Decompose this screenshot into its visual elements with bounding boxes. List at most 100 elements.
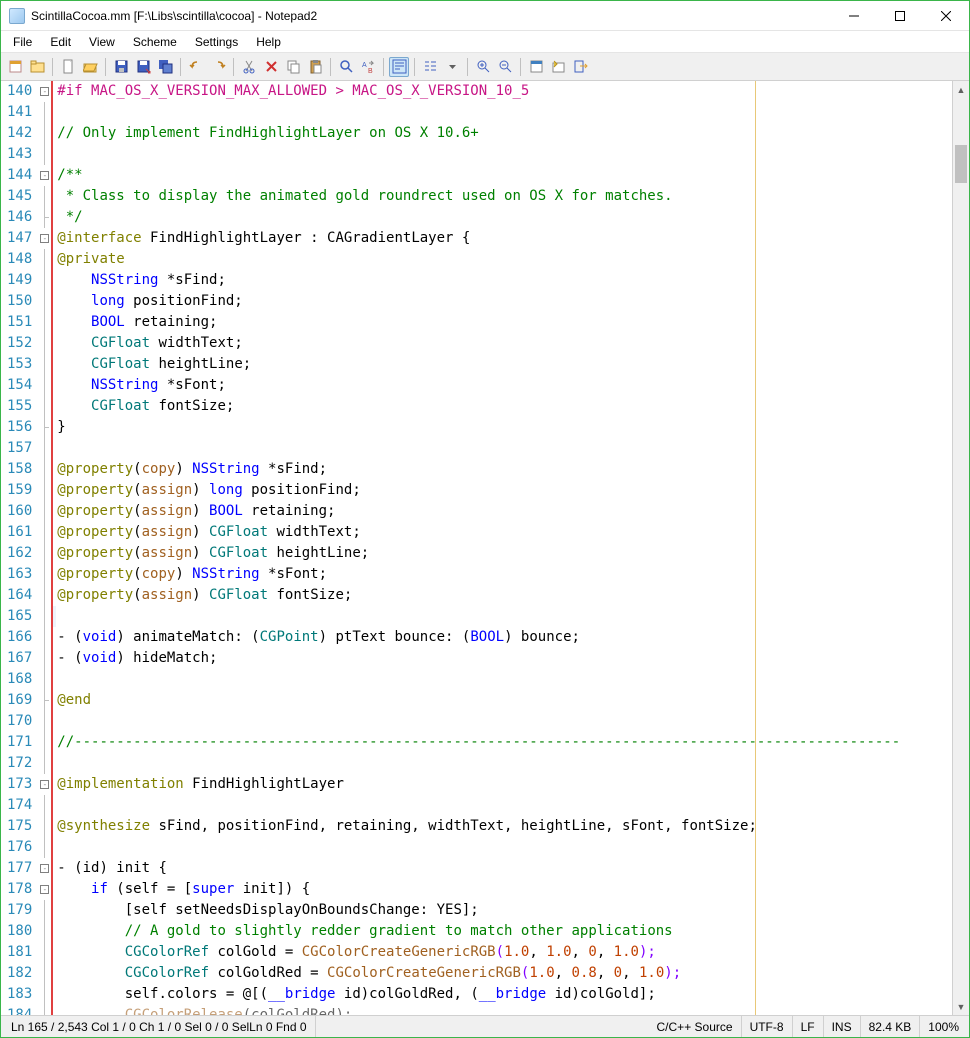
customize-button[interactable] <box>548 57 568 77</box>
code-line: @property(assign) CGFloat widthText; <box>53 522 952 543</box>
status-language[interactable]: C/C++ Source <box>649 1016 742 1037</box>
code-area[interactable]: #if MAC_OS_X_VERSION_MAX_ALLOWED > MAC_O… <box>51 81 952 1015</box>
browse-button[interactable] <box>27 57 47 77</box>
code-line <box>53 837 952 858</box>
code-line: * Class to display the animated gold rou… <box>53 186 952 207</box>
exit-button[interactable] <box>570 57 590 77</box>
menu-file[interactable]: File <box>5 33 40 51</box>
toolbar-sep <box>383 58 384 76</box>
dropdown-button[interactable] <box>442 57 462 77</box>
code-line <box>53 144 952 165</box>
menu-view[interactable]: View <box>81 33 123 51</box>
menu-settings[interactable]: Settings <box>187 33 246 51</box>
menu-scheme[interactable]: Scheme <box>125 33 185 51</box>
find-button[interactable] <box>336 57 356 77</box>
code-line: @interface FindHighlightLayer : CAGradie… <box>53 228 952 249</box>
code-line <box>53 102 952 123</box>
status-zoom[interactable]: 100% <box>920 1016 967 1037</box>
statusbar: Ln 165 / 2,543 Col 1 / 0 Ch 1 / 0 Sel 0 … <box>1 1015 969 1037</box>
scheme-button[interactable] <box>526 57 546 77</box>
toolbar: AB <box>1 53 969 81</box>
app-icon <box>9 8 25 24</box>
copy-button[interactable] <box>283 57 303 77</box>
line-number-gutter: 1401411421431441451461471481491501511521… <box>1 81 38 1015</box>
code-line <box>53 606 952 627</box>
code-line <box>53 438 952 459</box>
code-line <box>53 669 952 690</box>
close-button[interactable] <box>923 1 969 30</box>
code-line <box>53 711 952 732</box>
toolbar-sep <box>330 58 331 76</box>
code-line: CGFloat widthText; <box>53 333 952 354</box>
code-line: //--------------------------------------… <box>53 732 952 753</box>
save-copy-button[interactable] <box>155 57 175 77</box>
code-line: NSString *sFind; <box>53 270 952 291</box>
toolbar-sep <box>467 58 468 76</box>
paste-button[interactable] <box>305 57 325 77</box>
status-encoding[interactable]: UTF-8 <box>742 1016 793 1037</box>
code-line: @property(copy) NSString *sFont; <box>53 564 952 585</box>
code-line: CGColorRef colGold = CGColorCreateGeneri… <box>53 942 952 963</box>
delete-button[interactable] <box>261 57 281 77</box>
menu-help[interactable]: Help <box>248 33 289 51</box>
code-line: [self setNeedsDisplayOnBoundsChange: YES… <box>53 900 952 921</box>
code-line: */ <box>53 207 952 228</box>
code-line: @synthesize sFind, positionFind, retaini… <box>53 816 952 837</box>
code-line: @property(assign) BOOL retaining; <box>53 501 952 522</box>
menu-edit[interactable]: Edit <box>42 33 79 51</box>
code-line: // Only implement FindHighlightLayer on … <box>53 123 952 144</box>
status-ovr[interactable]: INS <box>824 1016 861 1037</box>
zoom-out-button[interactable] <box>495 57 515 77</box>
cut-button[interactable] <box>239 57 259 77</box>
new-window-button[interactable] <box>5 57 25 77</box>
long-line-edge <box>755 81 756 1015</box>
toolbar-sep <box>105 58 106 76</box>
undo-button[interactable] <box>186 57 206 77</box>
svg-text:B: B <box>368 68 373 74</box>
code-line: CGColorRef colGoldRed = CGColorCreateGen… <box>53 963 952 984</box>
zoom-in-button[interactable] <box>473 57 493 77</box>
replace-button[interactable]: AB <box>358 57 378 77</box>
code-line: // A gold to slightly redder gradient to… <box>53 921 952 942</box>
menubar: File Edit View Scheme Settings Help <box>1 31 969 53</box>
code-line: if (self = [super init]) { <box>53 879 952 900</box>
code-line: - (void) hideMatch; <box>53 648 952 669</box>
window-title: ScintillaCocoa.mm [F:\Libs\scintilla\coc… <box>31 9 831 23</box>
code-line: @property(assign) long positionFind; <box>53 480 952 501</box>
code-line: BOOL retaining; <box>53 312 952 333</box>
code-line: #if MAC_OS_X_VERSION_MAX_ALLOWED > MAC_O… <box>53 81 952 102</box>
new-file-button[interactable] <box>58 57 78 77</box>
fold-column[interactable]: ------ <box>38 81 51 1015</box>
line-number-button[interactable] <box>420 57 440 77</box>
save-button[interactable] <box>111 57 131 77</box>
redo-button[interactable] <box>208 57 228 77</box>
status-eol[interactable]: LF <box>793 1016 824 1037</box>
open-file-button[interactable] <box>80 57 100 77</box>
scroll-up-button[interactable]: ▲ <box>953 81 969 98</box>
code-line: @property(assign) CGFloat heightLine; <box>53 543 952 564</box>
vertical-scrollbar[interactable]: ▲ ▼ <box>952 81 969 1015</box>
code-line: @end <box>53 690 952 711</box>
code-line: @property(copy) NSString *sFind; <box>53 459 952 480</box>
code-line: NSString *sFont; <box>53 375 952 396</box>
window-controls <box>831 1 969 30</box>
status-position[interactable]: Ln 165 / 2,543 Col 1 / 0 Ch 1 / 0 Sel 0 … <box>3 1016 316 1037</box>
editor[interactable]: 1401411421431441451461471481491501511521… <box>1 81 969 1015</box>
maximize-button[interactable] <box>877 1 923 30</box>
toolbar-sep <box>233 58 234 76</box>
toolbar-sep <box>52 58 53 76</box>
scroll-thumb[interactable] <box>955 145 967 183</box>
code-line: /** <box>53 165 952 186</box>
code-line: } <box>53 417 952 438</box>
code-line: long positionFind; <box>53 291 952 312</box>
status-size: 82.4 KB <box>861 1016 921 1037</box>
code-line: CGColorRelease(colGoldRed); <box>53 1005 952 1015</box>
word-wrap-button[interactable] <box>389 57 409 77</box>
code-line: CGFloat fontSize; <box>53 396 952 417</box>
minimize-button[interactable] <box>831 1 877 30</box>
toolbar-sep <box>414 58 415 76</box>
save-as-button[interactable] <box>133 57 153 77</box>
toolbar-sep <box>520 58 521 76</box>
scroll-down-button[interactable]: ▼ <box>953 998 969 1015</box>
titlebar: ScintillaCocoa.mm [F:\Libs\scintilla\coc… <box>1 1 969 31</box>
